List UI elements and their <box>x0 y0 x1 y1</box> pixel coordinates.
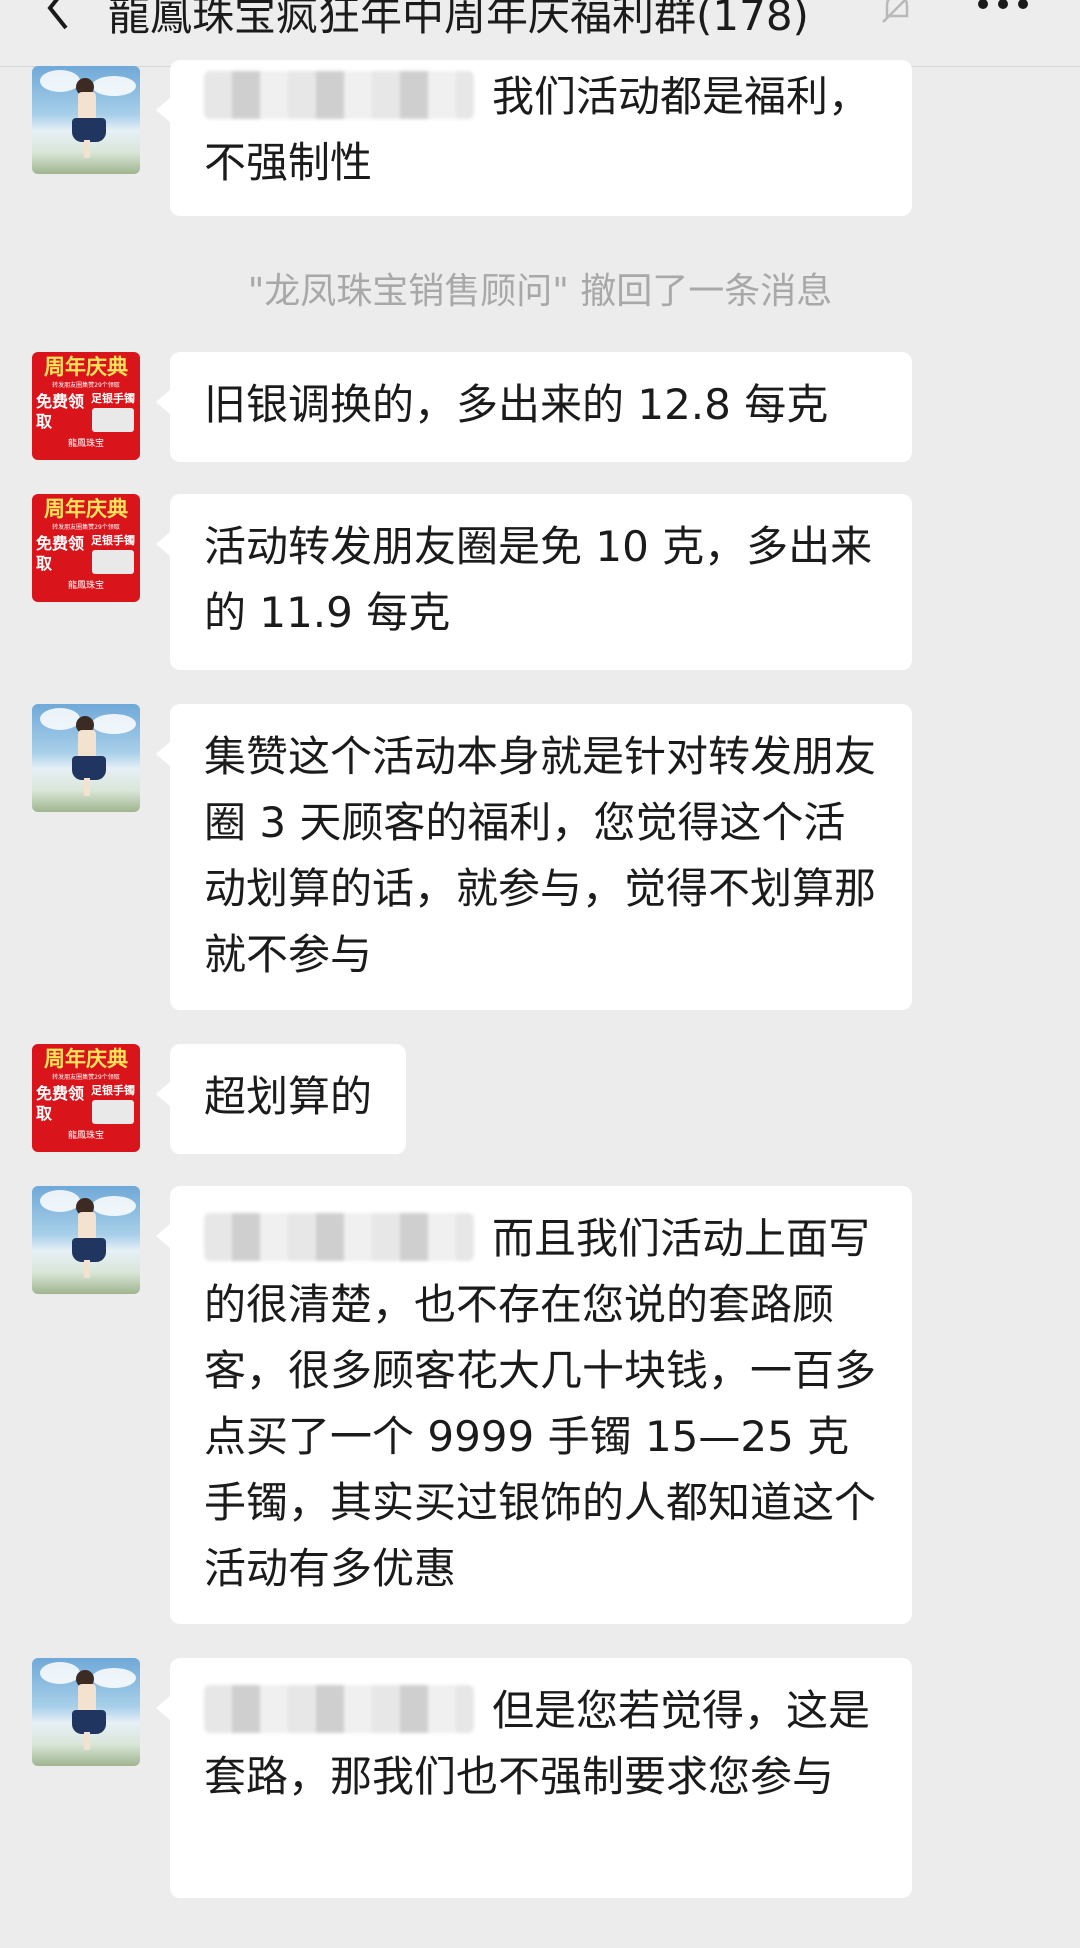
message-text: 超划算的 <box>204 1072 373 1121</box>
avatar[interactable] <box>32 1658 140 1766</box>
message-text: 活动转发朋友圈是免 10 克，多出来的 11.9 每克 <box>204 522 873 637</box>
message-bubble[interactable]: 我们活动都是福利，不强制性 <box>156 60 912 216</box>
avatar[interactable] <box>32 704 140 812</box>
avatar[interactable]: 周年庆典 转发朋友圈集赞29个领取 免费领取 足银手镯 龍鳳珠宝 <box>32 1044 140 1152</box>
redacted-mention <box>204 71 474 119</box>
message-bubble[interactable]: 而且我们活动上面写的很清楚，也不存在您说的套路顾客，很多顾客花大几十块钱，一百多… <box>156 1186 912 1624</box>
avatar[interactable]: 周年庆典 转发朋友圈集赞29个领取 免费领取 足银手镯 龍鳳珠宝 <box>32 494 140 602</box>
message-bubble[interactable]: 集赞这个活动本身就是针对转发朋友圈 3 天顾客的福利，您觉得这个活动划算的话，就… <box>156 704 912 1010</box>
chat-area: 我们活动都是福利，不强制性 "龙凤珠宝销售顾问" 撤回了一条消息 周年庆典 转发… <box>0 0 1080 1948</box>
message-bubble[interactable]: 但是您若觉得，这是套路，那我们也不强制要求您参与 <box>156 1658 912 1898</box>
message-bubble[interactable]: 旧银调换的，多出来的 12.8 每克 <box>156 352 912 462</box>
system-notice: "龙凤珠宝销售顾问" 撤回了一条消息 <box>247 271 833 312</box>
message-bubble[interactable]: 超划算的 <box>155 1044 407 1154</box>
message-text: 集赞这个活动本身就是针对转发朋友圈 3 天顾客的福利，您觉得这个活动划算的话，就… <box>204 732 877 979</box>
avatar[interactable] <box>32 66 140 174</box>
message-text: 旧银调换的，多出来的 12.8 每克 <box>204 380 829 429</box>
message-text: 而且我们活动上面写的很清楚，也不存在您说的套路顾客，很多顾客花大几十块钱，一百多… <box>204 1214 877 1593</box>
redacted-mention <box>204 1213 474 1261</box>
message-bubble[interactable]: 活动转发朋友圈是免 10 克，多出来的 11.9 每克 <box>156 494 912 670</box>
avatar[interactable] <box>32 1186 140 1294</box>
redacted-mention <box>204 1685 474 1733</box>
avatar[interactable]: 周年庆典 转发朋友圈集赞29个领取 免费领取 足银手镯 龍鳳珠宝 <box>32 352 140 460</box>
